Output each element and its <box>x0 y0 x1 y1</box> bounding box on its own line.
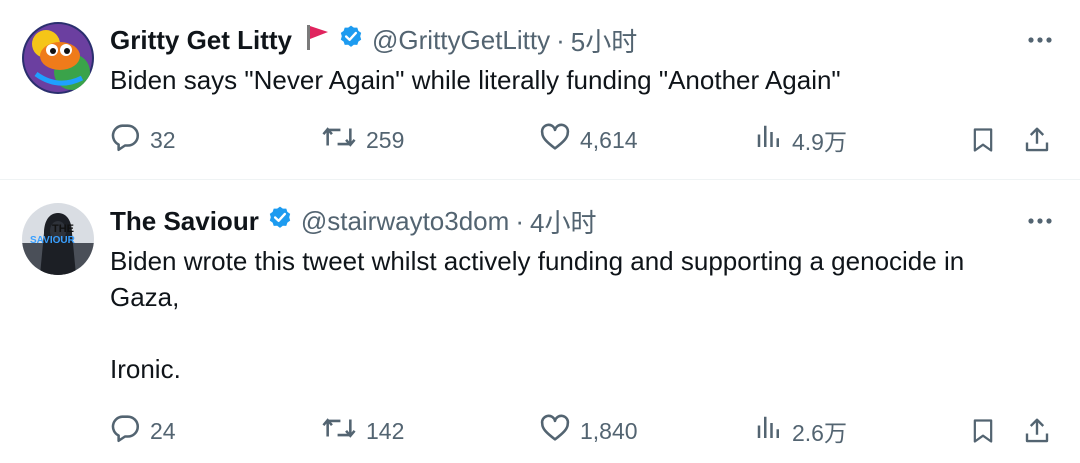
avatar-text-bottom: SAVIOUR <box>30 235 76 246</box>
views-button[interactable]: 4.9万 <box>754 120 847 160</box>
share-icon[interactable] <box>1020 411 1054 451</box>
views-icon <box>754 120 784 160</box>
share-icon[interactable] <box>1020 120 1054 160</box>
like-count: 4,614 <box>580 126 638 153</box>
like-icon <box>538 120 572 160</box>
tweet[interactable]: THE SAVIOUR The Saviour @stairwayto3dom … <box>0 181 1080 463</box>
avatar-text-top: THE <box>52 223 74 235</box>
repost-button[interactable]: 142 <box>320 411 404 451</box>
timestamp[interactable]: 5小时 <box>571 22 637 59</box>
tweet-text: Biden wrote this tweet whilst actively f… <box>110 243 1060 387</box>
like-count: 1,840 <box>580 417 638 444</box>
bookmark-icon[interactable] <box>966 120 1000 160</box>
action-bar: 32 259 4,614 4.9万 <box>108 120 1058 160</box>
reply-count: 24 <box>150 417 176 444</box>
tweet-text-blank-line <box>110 315 1060 351</box>
reply-button[interactable]: 32 <box>108 120 176 160</box>
bookmark-icon[interactable] <box>966 411 1000 451</box>
separator-dot: · <box>515 205 524 236</box>
views-icon <box>754 411 784 451</box>
tweet-text-line: Gaza, <box>110 282 180 312</box>
avatar[interactable] <box>22 22 94 94</box>
repost-count: 142 <box>366 417 405 444</box>
views-count: 2.6万 <box>792 420 847 446</box>
handle[interactable]: @stairwayto3dom <box>301 206 509 237</box>
separator-dot: · <box>556 24 565 55</box>
repost-button[interactable]: 259 <box>320 120 404 160</box>
tweet-text-line: Biden wrote this tweet whilst actively f… <box>110 246 965 276</box>
verified-badge-icon <box>267 205 293 238</box>
like-button[interactable]: 4,614 <box>538 120 638 160</box>
repost-count: 259 <box>366 126 405 153</box>
more-icon[interactable] <box>1026 207 1054 235</box>
reply-button[interactable]: 24 <box>108 411 176 451</box>
views-count: 4.9万 <box>792 129 847 155</box>
handle[interactable]: @GrittyGetLitty <box>372 25 550 56</box>
reply-icon <box>108 120 142 160</box>
like-icon <box>538 411 572 451</box>
tweet-text-line: Biden says "Never Again" while literally… <box>110 65 841 95</box>
avatar[interactable]: THE SAVIOUR <box>22 203 94 275</box>
reply-icon <box>108 411 142 451</box>
tweet-text-line: Ironic. <box>110 354 181 384</box>
tweet-text: Biden says "Never Again" while literally… <box>110 62 1060 98</box>
views-button[interactable]: 2.6万 <box>754 411 847 451</box>
display-name[interactable]: Gritty Get Litty <box>110 25 292 56</box>
more-icon[interactable] <box>1026 26 1054 54</box>
tweet[interactable]: Gritty Get Litty @GrittyGetLitty · 5小时 B… <box>0 0 1080 180</box>
verified-badge-icon <box>338 24 364 57</box>
like-button[interactable]: 1,840 <box>538 411 638 451</box>
red-flag-icon <box>304 23 330 58</box>
reply-count: 32 <box>150 126 176 153</box>
action-bar: 24 142 1,840 2.6万 <box>108 411 1058 451</box>
repost-icon <box>320 411 358 451</box>
timestamp[interactable]: 4小时 <box>530 203 596 240</box>
repost-icon <box>320 120 358 160</box>
display-name[interactable]: The Saviour <box>110 206 259 237</box>
